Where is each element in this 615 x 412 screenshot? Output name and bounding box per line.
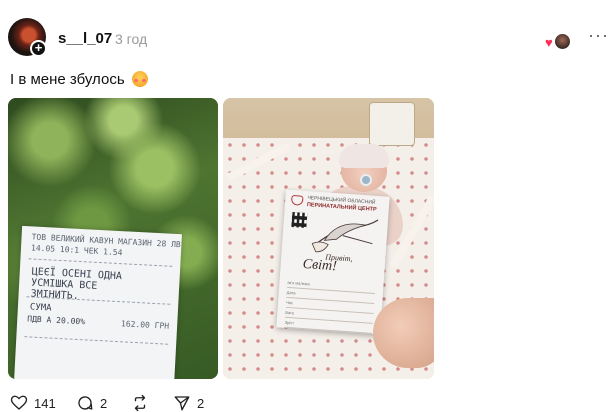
- heart-icon: ♥: [545, 35, 553, 50]
- receipt-price: 162.00 ГРН: [120, 319, 170, 331]
- liker-avatar: [554, 33, 571, 50]
- post-image-newborn[interactable]: ЧЕРНІВЕЦЬКИЙ ОБЛАСНИЙ ПЕРИНАТАЛЬНИЙ ЦЕНТ…: [223, 98, 434, 379]
- hand: [373, 298, 434, 368]
- receipt: ТОВ ВЕЛИКИЙ КАВУН МАГАЗИН 28 ЛВ 14.05 10…: [14, 225, 182, 379]
- pacifier: [360, 174, 372, 186]
- post-actions: 141 2 2: [10, 394, 610, 412]
- send-icon: [174, 396, 190, 411]
- receipt-divider: [28, 258, 173, 267]
- baby-hat: [339, 144, 389, 168]
- post-header: + s__l_07 3 год ♥ ···: [8, 18, 608, 60]
- receipt-divider: [24, 336, 169, 345]
- more-options-icon[interactable]: ···: [588, 26, 612, 48]
- liked-by-indicator[interactable]: ♥: [541, 32, 573, 52]
- toy: [369, 102, 415, 146]
- follow-plus-icon[interactable]: +: [30, 40, 47, 57]
- caption-text: І в мене збулось: [10, 71, 125, 88]
- post-image-receipt[interactable]: ТОВ ВЕЛИКИЙ КАВУН МАГАЗИН 28 ЛВ 14.05 10…: [8, 98, 218, 379]
- repost-button[interactable]: [131, 394, 155, 412]
- heart-logo-icon: [290, 194, 304, 206]
- comment-count: 2: [100, 395, 108, 411]
- share-count: 2: [197, 395, 205, 411]
- comment-icon: [78, 396, 93, 410]
- like-count: 141: [34, 395, 56, 411]
- post-timestamp[interactable]: 3 год: [115, 31, 147, 47]
- qr-code: [291, 212, 308, 229]
- greeting-card: ЧЕРНІВЕЦЬКИЙ ОБЛАСНИЙ ПЕРИНАТАЛЬНИЙ ЦЕНТ…: [276, 189, 390, 335]
- card-world: Світ!: [302, 256, 338, 275]
- receipt-sum-line: ПДВ А 20.00%: [27, 314, 86, 327]
- receipt-sum-label: СУМА: [29, 302, 52, 314]
- heart-outline-icon: [10, 395, 28, 410]
- share-button[interactable]: 2: [173, 394, 204, 412]
- like-button[interactable]: 141: [10, 394, 56, 412]
- repost-icon: [134, 394, 146, 412]
- post-caption: І в мене збулось: [10, 71, 148, 88]
- flushed-face-emoji-icon: [131, 71, 148, 87]
- comment-button[interactable]: 2: [76, 394, 107, 412]
- username[interactable]: s__l_07: [58, 30, 112, 47]
